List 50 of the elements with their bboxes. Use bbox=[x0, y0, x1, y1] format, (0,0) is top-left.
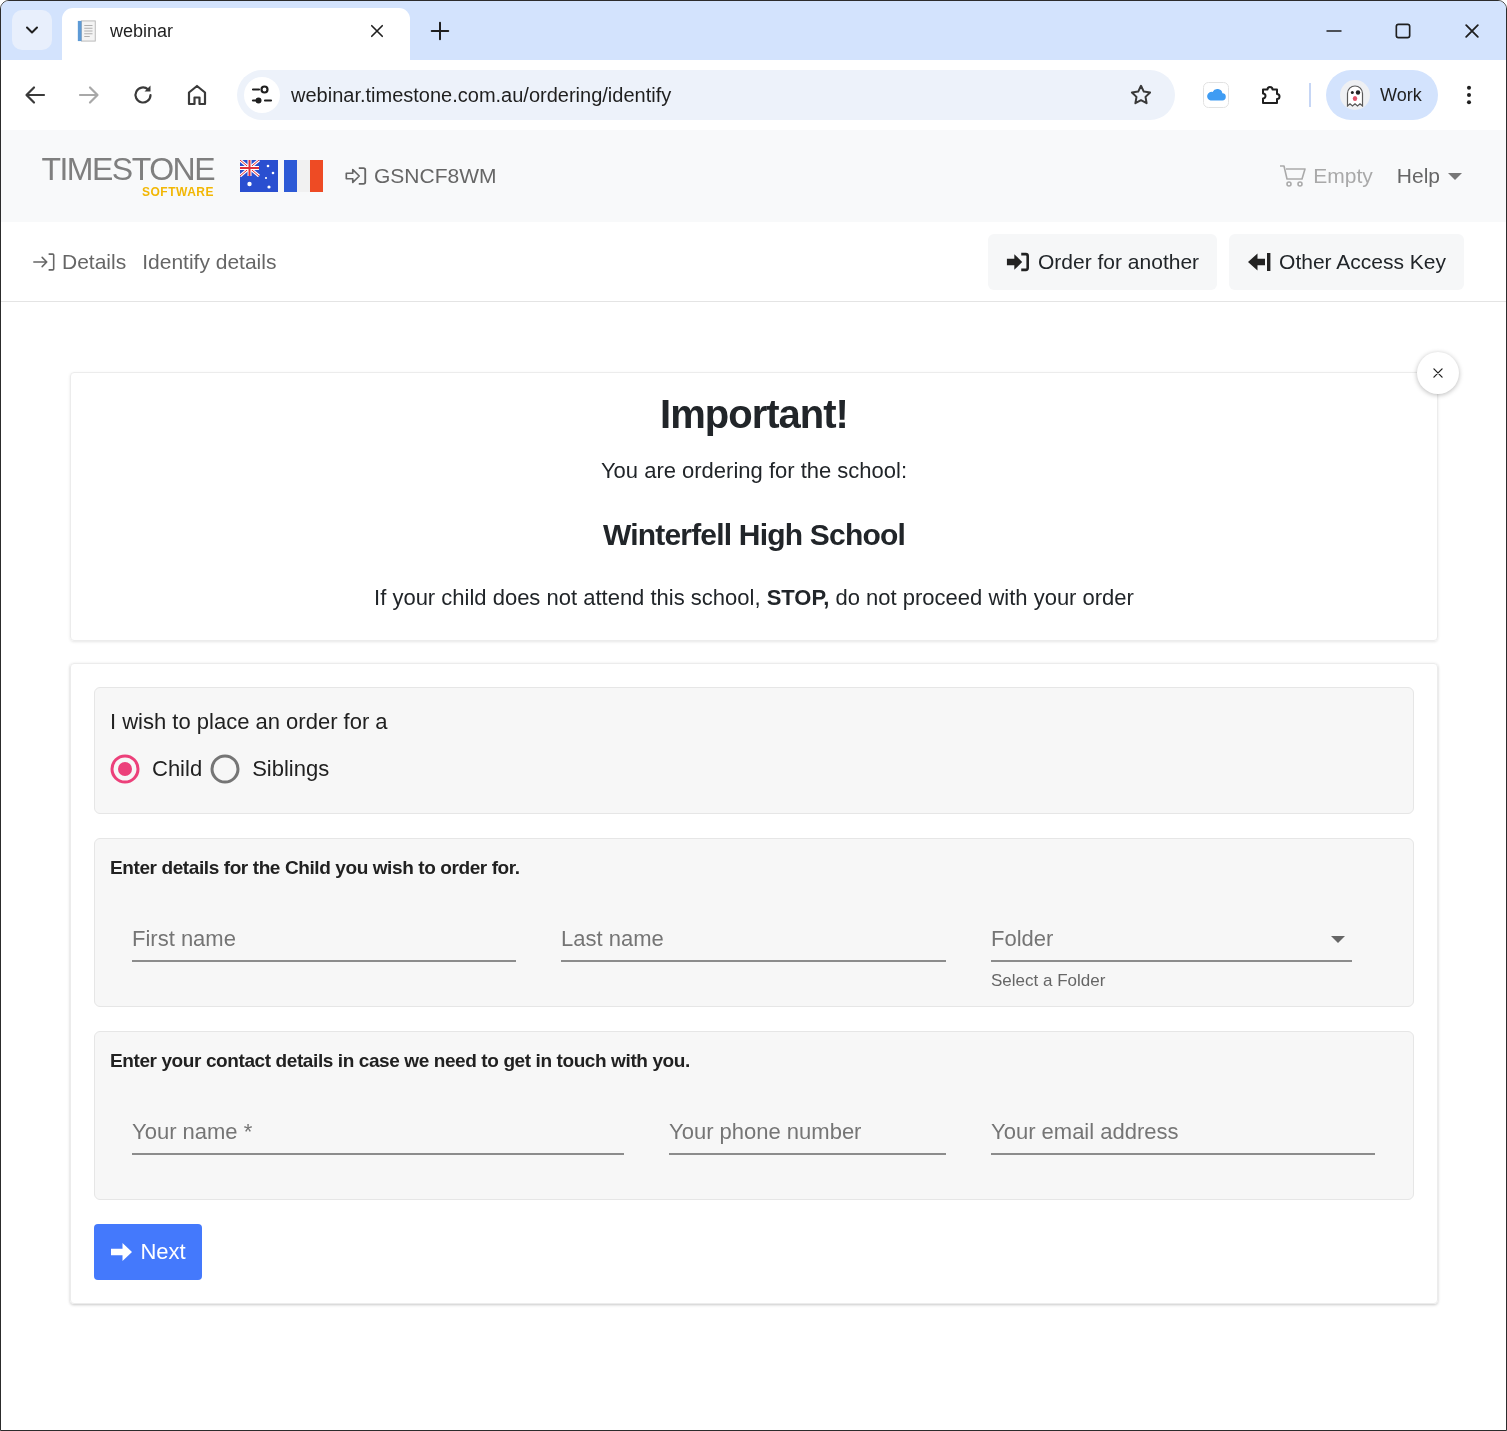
breadcrumb-section: Details bbox=[62, 249, 127, 274]
more-menu-icon[interactable] bbox=[1466, 84, 1472, 106]
close-icon[interactable] bbox=[368, 22, 386, 40]
plus-icon[interactable] bbox=[429, 20, 451, 42]
star-icon[interactable] bbox=[1129, 83, 1153, 107]
profile-button[interactable]: Work bbox=[1326, 70, 1438, 120]
cart-icon bbox=[1279, 164, 1308, 188]
action-button[interactable]: Order for another bbox=[988, 233, 1218, 290]
address-text: webinar.timestone.com.au/ordering/identify bbox=[291, 83, 673, 107]
reload-icon[interactable] bbox=[131, 83, 155, 107]
logo-wordmark: TIMESTONE bbox=[41, 153, 214, 185]
section-heading: Enter details for the Child you wish to order for. bbox=[110, 856, 521, 880]
section-heading: Enter your contact details in case we need to get in touch with you. bbox=[110, 1049, 691, 1073]
enter-arrow-icon bbox=[344, 164, 368, 188]
notice-text: You are ordering for the school: bbox=[599, 457, 909, 485]
text-field[interactable]: Your phone number bbox=[669, 1113, 946, 1155]
radio-label[interactable]: Siblings bbox=[252, 756, 330, 782]
australia-flag-icon[interactable] bbox=[240, 160, 278, 192]
home-icon[interactable] bbox=[185, 83, 209, 107]
warning-text: If your child does not attend this school, STOP, do not proceed with your order bbox=[373, 584, 1135, 612]
question-label: I wish to place an order for a bbox=[110, 708, 389, 736]
access-code-link[interactable]: GSNCF8WM bbox=[344, 164, 497, 188]
next-button[interactable]: Next bbox=[94, 1224, 202, 1280]
puzzle-icon[interactable] bbox=[1259, 83, 1283, 107]
browser-tab[interactable]: webinar bbox=[62, 8, 410, 60]
radio-label[interactable]: Child bbox=[152, 756, 203, 782]
action-button[interactable]: Other Access Key bbox=[1229, 233, 1464, 290]
school-name: Winterfell High School bbox=[601, 517, 907, 553]
text-field[interactable]: Your email address bbox=[991, 1113, 1375, 1155]
text-field[interactable]: Your name * bbox=[132, 1113, 624, 1155]
tab-search-button[interactable] bbox=[12, 10, 52, 50]
dropdown-field[interactable]: Folder bbox=[991, 920, 1352, 962]
france-flag-icon[interactable] bbox=[284, 160, 323, 192]
radio-button[interactable] bbox=[210, 754, 241, 784]
site-settings-icon[interactable] bbox=[244, 77, 280, 113]
address-bar[interactable]: webinar.timestone.com.au/ordering/identify bbox=[237, 70, 1175, 120]
caret-down-icon bbox=[1331, 935, 1345, 943]
close-icon bbox=[1431, 366, 1445, 380]
cloud-icon[interactable] bbox=[1203, 82, 1229, 108]
help-menu-button[interactable]: Help bbox=[1396, 164, 1462, 188]
document-icon bbox=[76, 20, 98, 42]
radio-button[interactable] bbox=[110, 754, 140, 784]
text-field[interactable]: Last name bbox=[561, 920, 946, 962]
page-title: Identify details bbox=[142, 249, 277, 274]
ghost-icon bbox=[1340, 80, 1370, 110]
caret-down-icon bbox=[1448, 172, 1462, 180]
text-field[interactable]: First name bbox=[132, 920, 516, 962]
field-hint: Select a Folder bbox=[991, 971, 1107, 991]
notice-title: Important! bbox=[659, 391, 849, 438]
logo-tagline: SOFTWARE bbox=[142, 185, 214, 199]
